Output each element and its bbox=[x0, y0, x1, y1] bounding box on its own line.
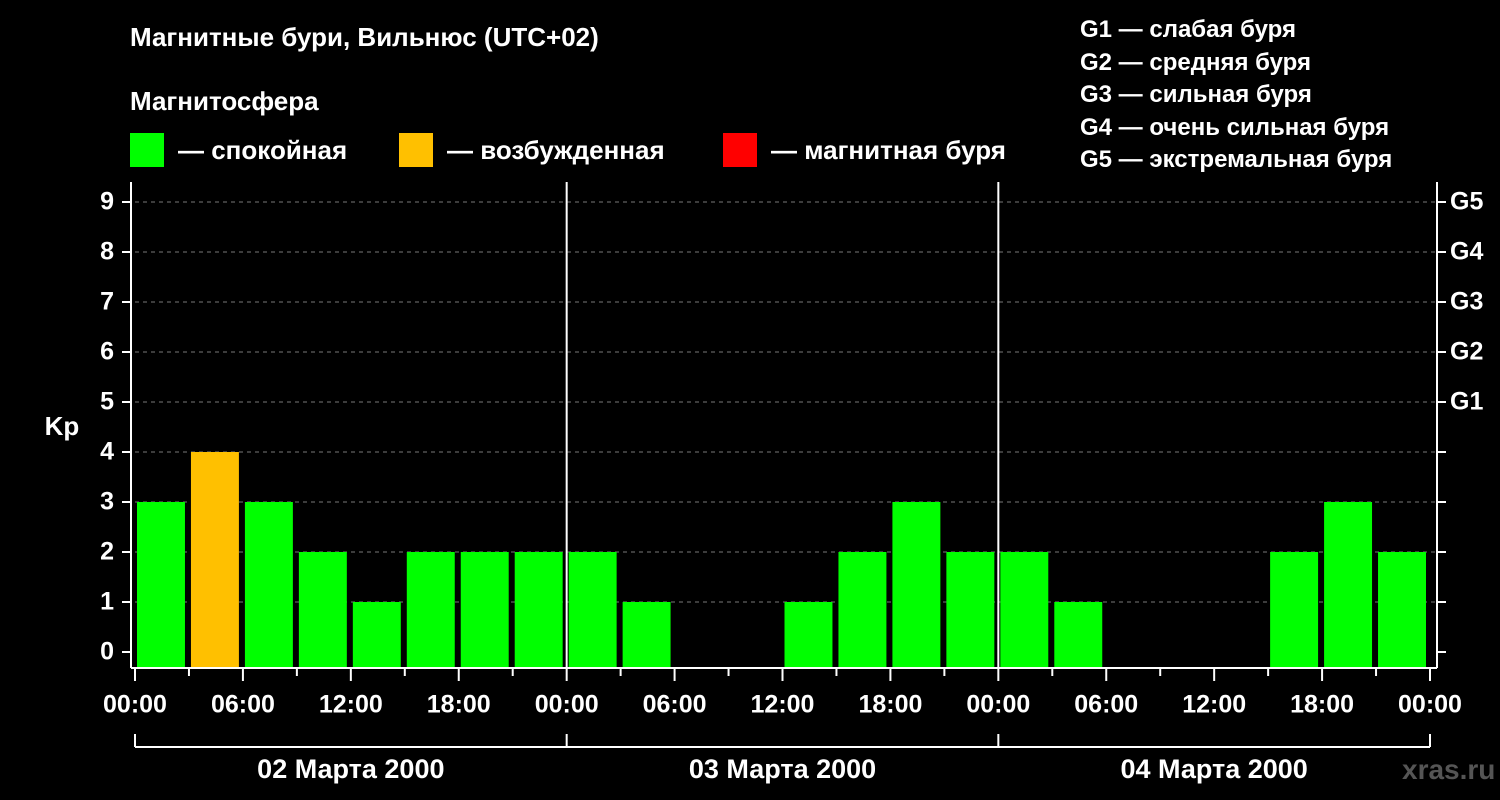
kp-bar bbox=[892, 502, 941, 668]
kp-bar bbox=[352, 602, 401, 668]
y-tick-label: 1 bbox=[100, 588, 114, 616]
y-tick-label: 7 bbox=[100, 288, 114, 316]
kp-bar bbox=[460, 552, 509, 668]
kp-bar bbox=[244, 502, 293, 668]
x-tick-label: 12:00 bbox=[751, 691, 815, 719]
kp-bar bbox=[838, 552, 887, 668]
kp-bar bbox=[1000, 552, 1049, 668]
x-tick-label: 06:00 bbox=[643, 691, 707, 719]
x-tick-label: 12:00 bbox=[319, 691, 383, 719]
day-label: 03 Марта 2000 bbox=[689, 754, 876, 784]
x-tick-label: 06:00 bbox=[211, 691, 275, 719]
x-tick-label: 18:00 bbox=[427, 691, 491, 719]
kp-bar-chart: 0 1 2 3 4 5 6 7 8 9 Kp G1 G2 G3 G4 G5 00:00 06:00 12:00 18:… bbox=[45, 182, 1483, 784]
kp-bar bbox=[946, 552, 995, 668]
watermark: xras.ru bbox=[1402, 754, 1496, 785]
kp-bar bbox=[1378, 552, 1426, 668]
g-scale-label: G4 bbox=[1450, 238, 1483, 266]
y-tick-label: 6 bbox=[100, 338, 114, 366]
g-scale-label: G3 bbox=[1450, 288, 1483, 316]
y-tick-label: 3 bbox=[100, 488, 114, 516]
y-tick-label: 8 bbox=[100, 238, 114, 266]
day-label: 02 Марта 2000 bbox=[257, 754, 444, 784]
kp-bar bbox=[784, 602, 833, 668]
y-tick-label: 4 bbox=[100, 438, 114, 466]
kp-bar bbox=[514, 552, 563, 668]
kp-bar bbox=[190, 452, 239, 668]
x-tick-label: 00:00 bbox=[966, 691, 1030, 719]
y-tick-label: 9 bbox=[100, 188, 114, 216]
x-tick-label: 18:00 bbox=[858, 691, 922, 719]
x-tick-label: 00:00 bbox=[1398, 691, 1462, 719]
kp-bar bbox=[1270, 552, 1319, 668]
y-axis-title: Kp bbox=[45, 411, 80, 441]
kp-bar bbox=[1054, 602, 1103, 668]
g-scale-label: G1 bbox=[1450, 388, 1483, 416]
kp-bar bbox=[406, 552, 455, 668]
kp-bar bbox=[1324, 502, 1373, 668]
kp-bar bbox=[568, 552, 617, 668]
x-tick-label: 00:00 bbox=[535, 691, 599, 719]
day-label: 04 Марта 2000 bbox=[1121, 754, 1308, 784]
x-tick-label: 12:00 bbox=[1182, 691, 1246, 719]
kp-bar bbox=[622, 602, 671, 668]
x-tick-label: 00:00 bbox=[103, 691, 167, 719]
g-scale-label: G2 bbox=[1450, 338, 1483, 366]
kp-bar bbox=[137, 502, 185, 668]
y-tick-label: 0 bbox=[100, 638, 114, 666]
y-tick-label: 2 bbox=[100, 538, 114, 566]
g-scale-label: G5 bbox=[1450, 188, 1483, 216]
kp-bar bbox=[298, 552, 347, 668]
x-tick-label: 18:00 bbox=[1290, 691, 1354, 719]
x-tick-label: 06:00 bbox=[1074, 691, 1138, 719]
y-tick-label: 5 bbox=[100, 388, 114, 416]
